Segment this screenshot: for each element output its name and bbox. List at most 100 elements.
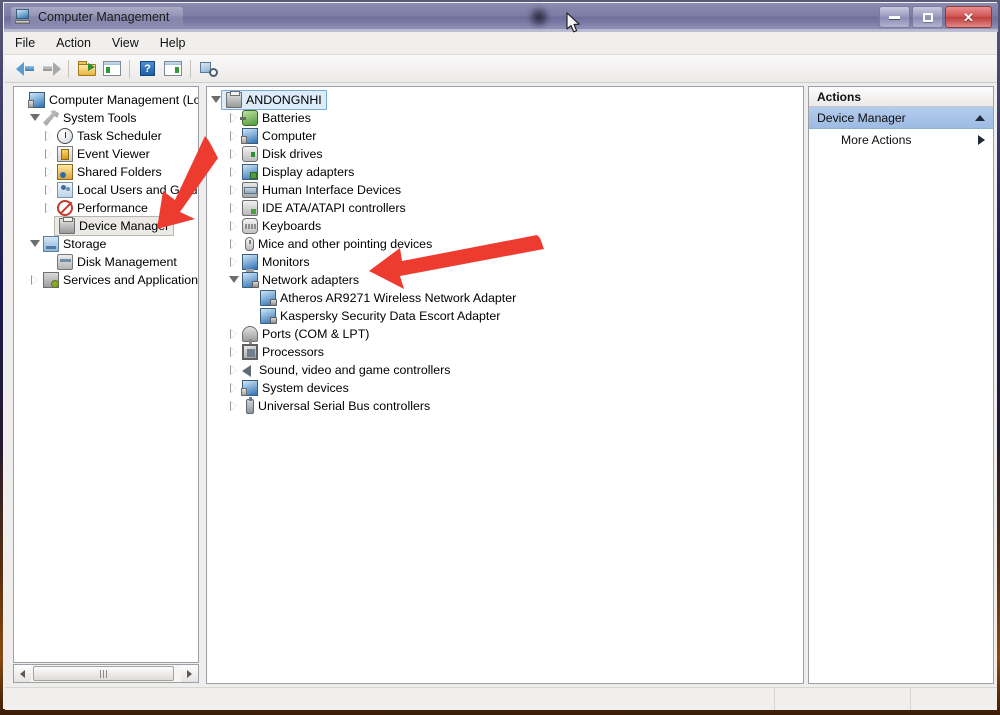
- window-title: Computer Management: [38, 10, 169, 24]
- expand-triangle-icon[interactable]: [229, 167, 240, 178]
- tree-item-task-scheduler[interactable]: Task Scheduler: [14, 127, 198, 145]
- scan-hardware-changes-button[interactable]: [196, 57, 221, 80]
- tree-item-content: Universal Serial Bus controllers: [242, 397, 430, 415]
- expand-triangle-icon[interactable]: [229, 203, 240, 214]
- help-button[interactable]: ?: [135, 57, 160, 80]
- scroll-right-button[interactable]: [181, 665, 198, 682]
- collapse-triangle-icon[interactable]: [30, 239, 41, 250]
- tree-item-label: Device Manager: [79, 217, 169, 235]
- expand-triangle-icon[interactable]: [44, 131, 55, 142]
- close-button[interactable]: ✕: [945, 6, 992, 28]
- toolbar-separator: [68, 60, 69, 78]
- tree-item-display-adapters[interactable]: Display adapters: [207, 163, 803, 181]
- tree-item-disk-management[interactable]: Disk Management: [14, 253, 198, 271]
- tree-item-content: Mice and other pointing devices: [242, 235, 432, 253]
- expand-triangle-icon[interactable]: [44, 185, 55, 196]
- tree-item-atheros-ar9271-wireless-network-adapter[interactable]: Atheros AR9271 Wireless Network Adapter: [207, 289, 803, 307]
- chevron-up-icon[interactable]: [975, 115, 985, 121]
- menu-view[interactable]: View: [112, 36, 139, 50]
- toolbar-separator: [190, 60, 191, 78]
- expand-triangle-icon[interactable]: [44, 203, 55, 214]
- properties-button[interactable]: [160, 57, 185, 80]
- hid-icon: [242, 182, 258, 198]
- tree-item-label: Keyboards: [262, 217, 321, 235]
- collapse-triangle-icon[interactable]: [30, 113, 41, 124]
- tree-item-mice-and-other-pointing-devices[interactable]: Mice and other pointing devices: [207, 235, 803, 253]
- expand-triangle-icon[interactable]: [229, 221, 240, 232]
- expand-triangle-icon[interactable]: [229, 149, 240, 160]
- tree-item-keyboards[interactable]: Keyboards: [207, 217, 803, 235]
- expand-triangle-icon[interactable]: [229, 383, 240, 394]
- tree-item-services-and-applications[interactable]: Services and Applications: [14, 271, 198, 289]
- tree-item-batteries[interactable]: Batteries: [207, 109, 803, 127]
- console-tree-pane[interactable]: Computer Management (LocalSystem ToolsTa…: [13, 86, 199, 663]
- collapse-triangle-icon[interactable]: [229, 275, 240, 286]
- menu-file[interactable]: File: [15, 36, 35, 50]
- tree-item-human-interface-devices[interactable]: Human Interface Devices: [207, 181, 803, 199]
- forward-button[interactable]: [38, 57, 63, 80]
- toolbar-separator: [129, 60, 130, 78]
- tree-item-content: System devices: [242, 379, 349, 397]
- computer-icon: [29, 92, 45, 108]
- actions-group-device-manager[interactable]: Device Manager: [809, 107, 993, 129]
- expand-triangle-icon[interactable]: [229, 347, 240, 358]
- tree-item-content: Human Interface Devices: [242, 181, 401, 199]
- tree-item-shared-folders[interactable]: Shared Folders: [14, 163, 198, 181]
- tree-item-local-users-and-groups[interactable]: Local Users and Groups: [14, 181, 198, 199]
- back-button[interactable]: [13, 57, 38, 80]
- tree-item-ports-com-lpt[interactable]: Ports (COM & LPT): [207, 325, 803, 343]
- collapse-triangle-icon[interactable]: [211, 95, 222, 106]
- tree-item-content: Display adapters: [242, 163, 354, 181]
- tree-item-sound-video-and-game-controllers[interactable]: Sound, video and game controllers: [207, 361, 803, 379]
- tree-item-event-viewer[interactable]: Event Viewer: [14, 145, 198, 163]
- keyboard-icon: [242, 218, 258, 234]
- action-more-actions[interactable]: More Actions: [809, 129, 993, 151]
- tree-item-storage[interactable]: Storage: [14, 235, 198, 253]
- scrollbar-track[interactable]: [31, 665, 181, 682]
- tree-item-universal-serial-bus-controllers[interactable]: Universal Serial Bus controllers: [207, 397, 803, 415]
- tree-item-network-adapters[interactable]: Network adapters: [207, 271, 803, 289]
- tree-item-system-tools[interactable]: System Tools: [14, 109, 198, 127]
- tree-item-device-manager[interactable]: Device Manager: [14, 217, 198, 235]
- tree-item-content: Storage: [43, 235, 106, 253]
- expand-triangle-icon[interactable]: [229, 401, 240, 412]
- system-device-icon: [242, 380, 258, 396]
- scrollbar-thumb[interactable]: [33, 666, 174, 681]
- content-area: Computer Management (LocalSystem ToolsTa…: [5, 83, 997, 687]
- menu-action[interactable]: Action: [56, 36, 91, 50]
- tree-item-ide-ata-atapi-controllers[interactable]: IDE ATA/ATAPI controllers: [207, 199, 803, 217]
- menu-help[interactable]: Help: [160, 36, 186, 50]
- tree-item-performance[interactable]: Performance: [14, 199, 198, 217]
- expand-triangle-icon[interactable]: [229, 239, 240, 250]
- show-hide-console-tree-button[interactable]: [74, 57, 99, 80]
- tree-item-computer-management-local[interactable]: Computer Management (Local: [14, 91, 198, 109]
- expand-triangle-icon[interactable]: [229, 329, 240, 340]
- tree-item-monitors[interactable]: Monitors: [207, 253, 803, 271]
- tree-item-computer[interactable]: Computer: [207, 127, 803, 145]
- minimize-button[interactable]: [879, 6, 910, 28]
- tree-item-processors[interactable]: Processors: [207, 343, 803, 361]
- expand-triangle-icon[interactable]: [44, 149, 55, 160]
- expand-triangle-icon[interactable]: [229, 257, 240, 268]
- storage-icon: [43, 236, 59, 252]
- chevron-right-icon[interactable]: [978, 135, 985, 145]
- tree-item-disk-drives[interactable]: Disk drives: [207, 145, 803, 163]
- maximize-button[interactable]: [912, 6, 943, 28]
- expand-triangle-icon[interactable]: [44, 167, 55, 178]
- expand-triangle-icon[interactable]: [229, 131, 240, 142]
- console-tree-horizontal-scrollbar[interactable]: [13, 664, 199, 683]
- expand-triangle-icon[interactable]: [229, 113, 240, 124]
- device-manager-pane[interactable]: ANDONGNHIBatteriesComputerDisk drivesDis…: [206, 86, 804, 684]
- expand-triangle-icon[interactable]: [229, 185, 240, 196]
- actions-pane[interactable]: Actions Device Manager More Actions: [808, 86, 994, 684]
- tree-item-system-devices[interactable]: System devices: [207, 379, 803, 397]
- users-icon: [57, 182, 73, 198]
- expand-triangle-icon[interactable]: [30, 275, 41, 286]
- expand-triangle-icon[interactable]: [229, 365, 240, 376]
- tree-item-andongnhi[interactable]: ANDONGNHI: [207, 91, 803, 109]
- tree-item-kaspersky-security-data-escort-adapter[interactable]: Kaspersky Security Data Escort Adapter: [207, 307, 803, 325]
- scroll-left-button[interactable]: [14, 665, 31, 682]
- show-hide-action-pane-button[interactable]: [99, 57, 124, 80]
- tree-item-label: Batteries: [262, 109, 311, 127]
- tree-item-content: IDE ATA/ATAPI controllers: [242, 199, 406, 217]
